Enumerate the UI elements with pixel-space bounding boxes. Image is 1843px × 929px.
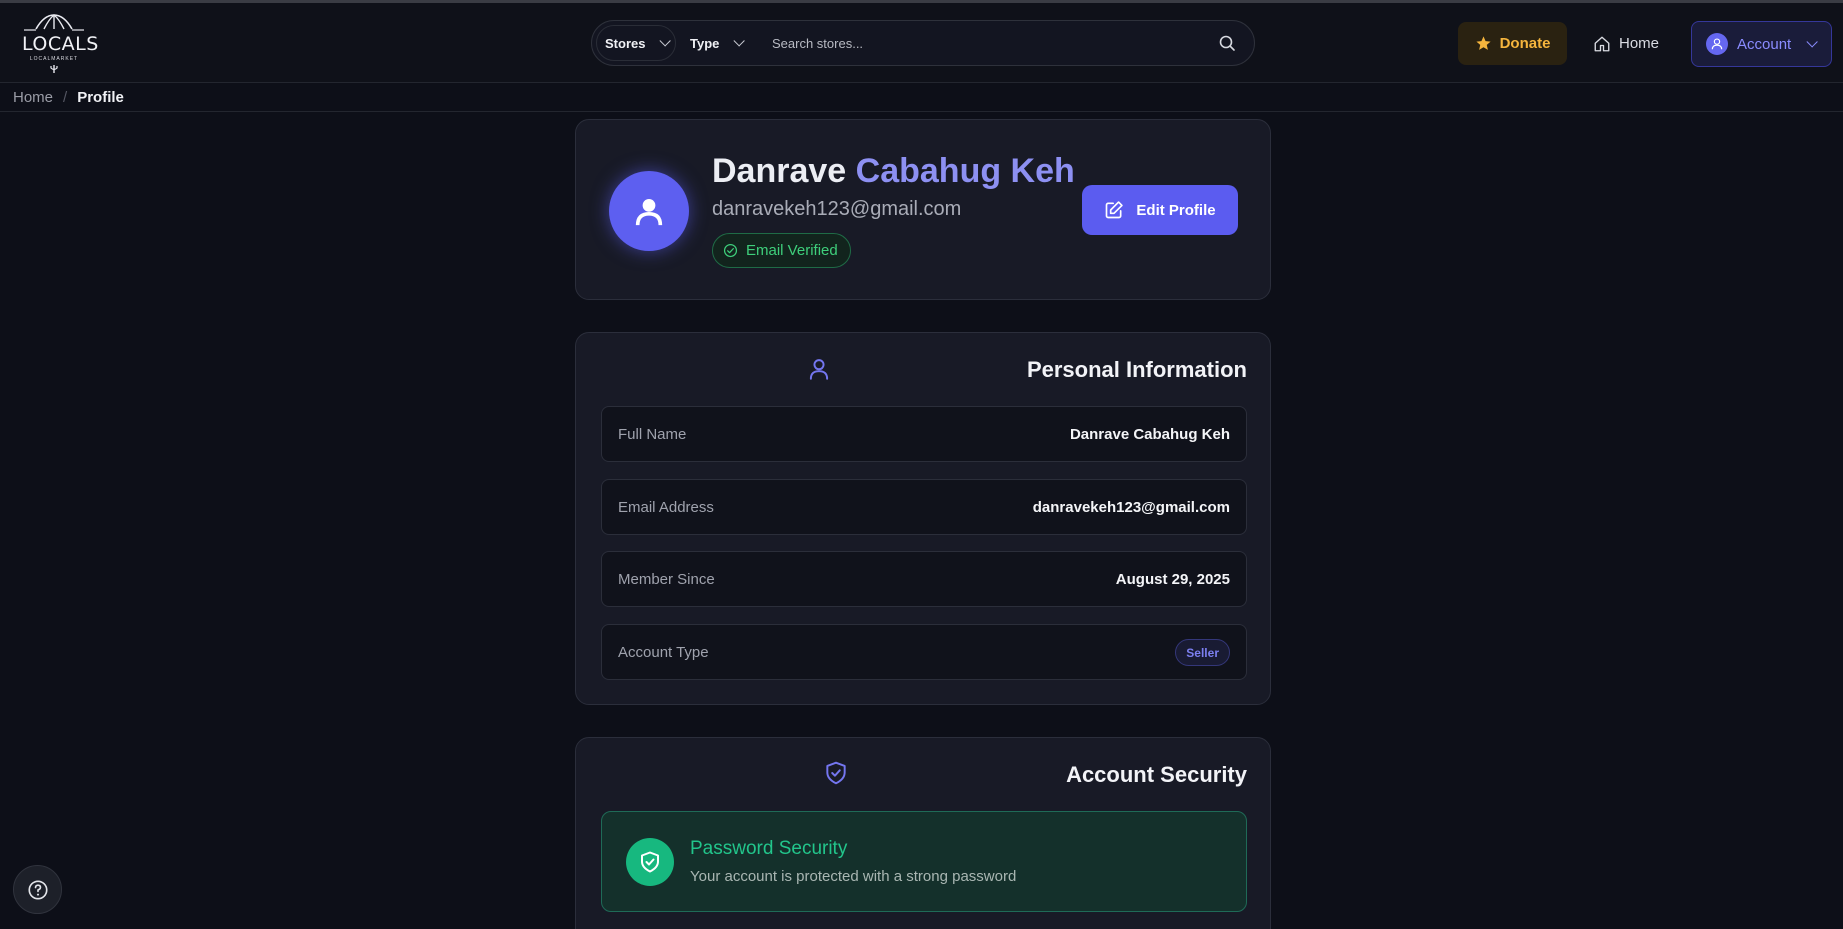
top-navbar: LOCALS LOCALMARKET Stores Type Donate Ho… xyxy=(0,3,1843,83)
password-security-panel: Password Security Your account is protec… xyxy=(601,811,1247,912)
search-icon[interactable] xyxy=(1218,34,1236,52)
info-row-email: Email Address danravekeh123@gmail.com xyxy=(601,479,1247,535)
breadcrumb-separator: / xyxy=(63,88,68,106)
account-security-title: Account Security xyxy=(1066,762,1247,787)
info-value: Danrave Cabahug Keh xyxy=(1069,426,1230,443)
chevron-down-icon xyxy=(659,35,672,47)
chevron-down-icon xyxy=(733,35,746,47)
info-label: Full Name xyxy=(618,426,687,443)
search-input[interactable] xyxy=(772,29,1192,57)
breadcrumb-home-link[interactable]: Home xyxy=(13,89,53,106)
info-label: Account Type xyxy=(618,644,709,661)
info-label: Member Since xyxy=(618,571,715,588)
edit-icon xyxy=(1106,201,1124,219)
help-circle-icon xyxy=(27,879,48,900)
edit-profile-label: Edit Profile xyxy=(1136,201,1216,219)
star-icon xyxy=(1475,36,1491,50)
home-nav-label: Home xyxy=(1619,35,1660,52)
account-type-badge: Seller xyxy=(1175,639,1230,666)
info-row-full-name: Full Name Danrave Cabahug Keh xyxy=(601,406,1247,462)
help-button[interactable] xyxy=(13,865,62,914)
check-circle-icon xyxy=(723,243,738,258)
account-security-card: Account Security Password Security Your … xyxy=(575,737,1271,929)
type-select[interactable]: Type xyxy=(684,25,758,61)
logo[interactable]: LOCALS LOCALMARKET xyxy=(22,13,99,75)
type-select-label: Type xyxy=(690,35,720,51)
logo-text: LOCALS xyxy=(22,33,99,55)
home-icon xyxy=(1594,36,1610,51)
edit-profile-button[interactable]: Edit Profile xyxy=(1082,185,1238,235)
password-security-description: Your account is protected with a strong … xyxy=(690,868,1017,885)
home-nav-link[interactable]: Home xyxy=(1593,22,1659,65)
profile-last-name: Cabahug Keh xyxy=(855,152,1075,190)
user-icon xyxy=(1706,33,1728,55)
donate-button[interactable]: Donate xyxy=(1458,22,1567,65)
logo-subtext: LOCALMARKET xyxy=(29,56,79,62)
stores-select[interactable]: Stores xyxy=(596,25,676,61)
user-icon xyxy=(809,359,829,380)
info-label: Email Address xyxy=(618,499,714,516)
breadcrumb: Home / Profile xyxy=(13,83,124,111)
account-menu-button[interactable]: Account xyxy=(1691,21,1832,67)
profile-first-name: Danrave xyxy=(712,152,847,190)
profile-name: Danrave Cabahug Keh xyxy=(712,152,1075,191)
donate-label: Donate xyxy=(1499,35,1551,52)
info-row-member-since: Member Since August 29, 2025 xyxy=(601,551,1247,607)
user-icon xyxy=(635,198,663,226)
personal-information-title: Personal Information xyxy=(1026,357,1247,382)
chevron-down-icon xyxy=(1806,36,1818,48)
email-verified-label: Email Verified xyxy=(746,242,838,259)
shield-check-icon xyxy=(826,761,846,785)
email-verified-badge: Email Verified xyxy=(712,233,851,268)
password-security-title: Password Security xyxy=(690,838,848,859)
profile-email: danravekeh123@gmail.com xyxy=(712,198,962,220)
search-bar: Stores Type xyxy=(591,20,1255,66)
info-row-account-type: Account Type Seller xyxy=(601,624,1247,680)
info-value: August 29, 2025 xyxy=(1115,571,1230,588)
breadcrumb-divider xyxy=(0,111,1843,112)
account-label: Account xyxy=(1737,35,1792,53)
breadcrumb-current: Profile xyxy=(77,88,124,106)
shield-check-icon xyxy=(626,838,674,886)
info-value: danravekeh123@gmail.com xyxy=(1032,499,1230,516)
stores-select-label: Stores xyxy=(605,35,646,51)
personal-information-card: Personal Information Full Name Danrave C… xyxy=(575,332,1271,705)
profile-header-card: Danrave Cabahug Keh danravekeh123@gmail.… xyxy=(575,119,1271,300)
avatar xyxy=(609,171,689,251)
